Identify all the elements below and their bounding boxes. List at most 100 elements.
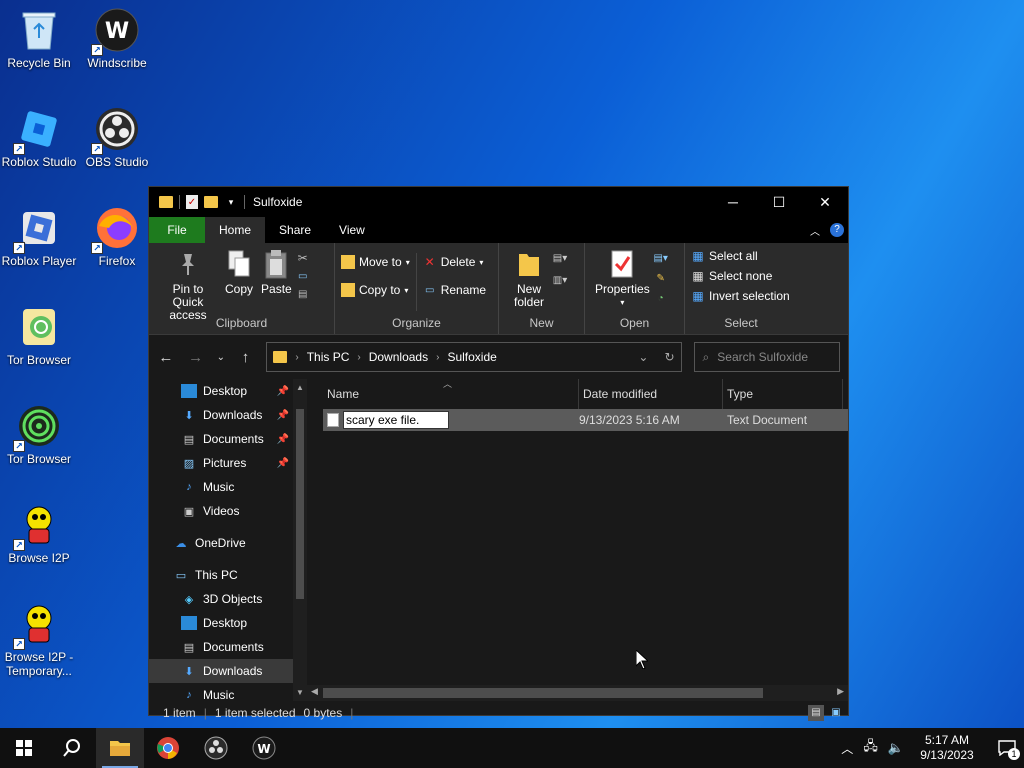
recent-locations-chevron-icon[interactable]: ⌄ <box>217 352 225 363</box>
desktop-icon-tor-browser-2[interactable]: ↗ Tor Browser <box>0 404 78 466</box>
taskbar-chrome[interactable] <box>144 728 192 768</box>
breadcrumb-sulfoxide[interactable]: Sulfoxide <box>447 350 496 364</box>
obs-studio-icon: ↗ <box>91 107 139 155</box>
column-header-date[interactable]: Date modified <box>579 379 723 409</box>
action-center-button[interactable]: 1 <box>990 728 1024 768</box>
desktop-icon-roblox-player[interactable]: ↗ Roblox Player <box>0 206 78 268</box>
tab-home[interactable]: Home <box>205 217 266 243</box>
horizontal-scrollbar-thumb[interactable] <box>323 688 763 698</box>
desktop-icon-browse-i2p[interactable]: ↗ Browse I2P <box>0 503 78 565</box>
nav-item-desktop-pc[interactable]: Desktop <box>149 611 307 635</box>
i2p-icon: ↗ <box>13 602 61 650</box>
address-row: ← → ⌄ ↑ › This PC › Downloads › Sulfoxid… <box>149 335 848 379</box>
copy-to-button[interactable]: Copy to ▾ <box>341 283 410 297</box>
rename-input[interactable] <box>343 411 449 429</box>
new-item-icon[interactable]: ▤▾ <box>553 251 567 265</box>
nav-item-music[interactable]: ♪ Music <box>149 475 307 499</box>
maximize-button[interactable]: ☐ <box>756 187 802 217</box>
refresh-icon[interactable]: ↻ <box>664 350 674 364</box>
nav-item-pictures[interactable]: ▨ Pictures 📌 <box>149 451 307 475</box>
easy-access-icon[interactable]: ▥▾ <box>553 273 567 287</box>
obs-studio-icon <box>204 736 228 760</box>
title-bar[interactable]: ✓ ▾ Sulfoxide ─ ☐ ✕ <box>149 187 848 217</box>
chrome-icon <box>157 737 179 759</box>
shortcut-arrow-icon: ↗ <box>91 143 103 155</box>
address-bar-tools: ⌄ ↻ <box>638 350 674 364</box>
tab-share[interactable]: Share <box>265 217 325 243</box>
taskbar-windscribe[interactable]: W <box>240 728 288 768</box>
collapse-ribbon-icon[interactable]: ︿ <box>810 223 820 238</box>
network-icon[interactable]: 🖧 <box>863 737 878 759</box>
desktop-icon-tor-browser[interactable]: Tor Browser <box>0 305 78 367</box>
help-icon[interactable]: ? <box>830 223 844 237</box>
file-list-pane[interactable]: Name Date modified Type ︿ 9/13/2023 5:16… <box>307 379 848 701</box>
desktop-icon-obs-studio[interactable]: ↗ OBS Studio <box>78 107 156 169</box>
chevron-down-icon[interactable]: ▾ <box>224 195 238 209</box>
nav-item-downloads-pc[interactable]: ⬇ Downloads <box>149 659 293 683</box>
start-button[interactable] <box>0 728 48 768</box>
cut-icon[interactable]: ✂ <box>296 251 310 265</box>
forward-arrow-icon[interactable]: → <box>187 349 205 366</box>
new-folder-icon[interactable] <box>204 196 218 208</box>
delete-button[interactable]: ✕ Delete ▾ <box>423 255 486 269</box>
desktop-icon-windscribe[interactable]: W ↗ Windscribe <box>78 8 156 70</box>
history-icon[interactable]: ◔ <box>654 291 668 305</box>
show-hidden-icons-chevron-icon[interactable]: ︿ <box>841 740 853 757</box>
rename-label: Rename <box>440 283 487 297</box>
properties-check-icon[interactable]: ✓ <box>186 195 198 209</box>
breadcrumb-this-pc[interactable]: This PC <box>307 350 350 364</box>
nav-pane-scrollbar[interactable]: ▲ ▼ <box>293 379 307 701</box>
move-to-button[interactable]: Move to ▾ <box>341 255 410 269</box>
desktop-icon-browse-i2p-temporary[interactable]: ↗ Browse I2P - Temporary... <box>0 602 78 678</box>
large-icons-view-icon[interactable]: ▣ <box>828 705 844 721</box>
file-name-cell <box>323 411 579 429</box>
paste-shortcut-icon[interactable]: ▤ <box>296 287 310 301</box>
copy-path-icon[interactable]: ▭ <box>296 269 310 283</box>
table-row[interactable]: 9/13/2023 5:16 AM Text Document <box>323 409 848 431</box>
select-none-button[interactable]: ▦ Select none <box>691 269 790 283</box>
address-bar[interactable]: › This PC › Downloads › Sulfoxide ⌄ ↻ <box>266 342 682 372</box>
address-dropdown-chevron-icon[interactable]: ⌄ <box>638 350 648 364</box>
horizontal-scrollbar[interactable]: ◀ ▶ <box>307 685 848 701</box>
desktop-icon-label: Windscribe <box>87 56 147 70</box>
rename-icon: ▭ <box>424 284 435 296</box>
file-explorer-window[interactable]: ✓ ▾ Sulfoxide ─ ☐ ✕ File Home Share View… <box>148 186 849 721</box>
taskbar-obs-studio[interactable] <box>192 728 240 768</box>
search-button[interactable] <box>48 728 96 768</box>
search-input[interactable]: ⌕ Search Sulfoxide <box>693 342 840 372</box>
tab-view[interactable]: View <box>325 217 379 243</box>
nav-item-3d-objects[interactable]: ◈ 3D Objects <box>149 587 307 611</box>
nav-item-onedrive[interactable]: ☁ OneDrive <box>149 531 307 555</box>
desktop-icon-roblox-studio[interactable]: ↗ Roblox Studio <box>0 107 78 169</box>
taskbar-file-explorer[interactable] <box>96 728 144 768</box>
nav-item-downloads[interactable]: ⬇ Downloads 📌 <box>149 403 307 427</box>
nav-item-documents-pc[interactable]: ▤ Documents <box>149 635 307 659</box>
nav-item-music-pc[interactable]: ♪ Music <box>149 683 307 701</box>
nav-item-desktop[interactable]: Desktop 📌 <box>149 379 307 403</box>
details-view-icon[interactable]: ▤ <box>808 705 824 721</box>
nav-item-this-pc[interactable]: ▭ This PC <box>149 563 307 587</box>
nav-pane-scrollbar-thumb[interactable] <box>296 409 304 599</box>
invert-selection-button[interactable]: ▦ Invert selection <box>691 289 789 303</box>
tab-file[interactable]: File <box>149 217 205 243</box>
new-group-label: New <box>529 316 554 330</box>
invert-selection-icon: ▦ <box>692 289 704 303</box>
open-icon[interactable]: ▤▾ <box>653 251 667 265</box>
edit-icon[interactable]: ✎ <box>654 271 668 285</box>
nav-item-videos[interactable]: ▣ Videos <box>149 499 307 523</box>
volume-icon[interactable]: 🔈 <box>888 740 904 756</box>
nav-item-documents[interactable]: ▤ Documents 📌 <box>149 427 307 451</box>
rename-button[interactable]: ▭ Rename <box>423 283 486 297</box>
column-header-type[interactable]: Type <box>723 379 843 409</box>
select-all-button[interactable]: ▦ Select all <box>691 249 790 263</box>
up-arrow-icon[interactable]: ↑ <box>237 349 255 366</box>
desktop-icon-firefox[interactable]: ↗ Firefox <box>78 206 156 268</box>
search-icon <box>63 739 80 757</box>
navigation-pane[interactable]: Desktop 📌 ⬇ Downloads 📌 ▤ Documents 📌 ▨ Pictur… <box>149 379 307 701</box>
clock[interactable]: 5:17 AM 9/13/2023 <box>914 733 980 763</box>
back-arrow-icon[interactable]: ← <box>157 349 175 366</box>
breadcrumb-downloads[interactable]: Downloads <box>369 350 428 364</box>
close-button[interactable]: ✕ <box>802 187 848 217</box>
minimize-button[interactable]: ─ <box>710 187 756 217</box>
desktop-icon-recycle-bin[interactable]: Recycle Bin <box>0 8 78 70</box>
